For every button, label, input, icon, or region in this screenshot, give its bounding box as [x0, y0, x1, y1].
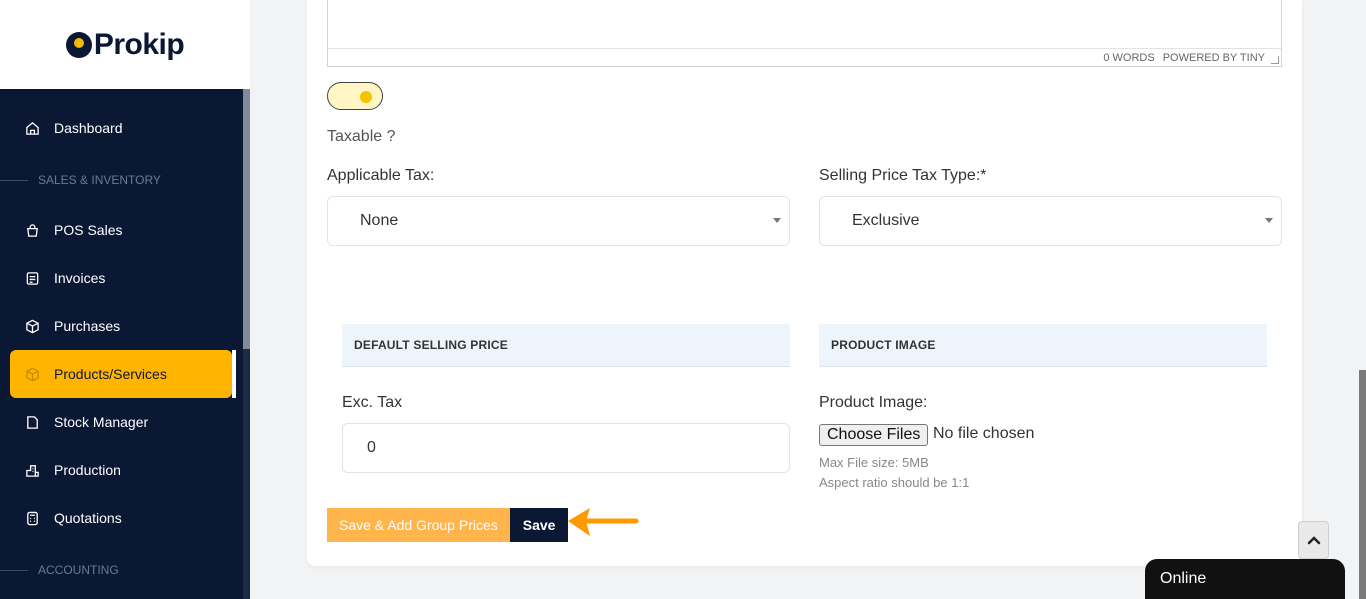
- sidebar-item-dashboard[interactable]: Dashboard: [10, 104, 232, 152]
- section-accounting: ACCOUNTING: [0, 560, 243, 580]
- exc-tax-label: Exc. Tax: [342, 394, 403, 411]
- save-and-add-group-prices-button[interactable]: Save & Add Group Prices: [327, 508, 510, 542]
- default-selling-price-heading: DEFAULT SELLING PRICE: [342, 324, 790, 367]
- sidebar-item-label: Quotations: [54, 510, 122, 526]
- package-icon: [24, 318, 40, 334]
- calculator-icon: [24, 510, 40, 526]
- sidebar-item-products-services[interactable]: Products/Services: [10, 350, 236, 398]
- sidebar-item-quotations[interactable]: Quotations: [10, 494, 232, 542]
- save-button[interactable]: Save: [509, 508, 569, 542]
- shopping-bag-icon: [24, 222, 40, 238]
- selling-price-tax-type-value: Exclusive: [852, 212, 920, 229]
- page-scrollbar-thumb[interactable]: [1359, 370, 1366, 599]
- word-count: 0 WORDS: [1103, 51, 1155, 64]
- chevron-down-icon: [1265, 218, 1273, 223]
- factory-icon: [24, 462, 40, 478]
- sidebar-item-label: Dashboard: [54, 120, 123, 136]
- prokip-logo[interactable]: Prokip: [65, 27, 185, 62]
- aspect-ratio-hint: Aspect ratio should be 1:1: [819, 475, 970, 490]
- editor-status-bar: 0 WORDS POWERED BY TINY: [328, 48, 1281, 66]
- applicable-tax-value: None: [360, 212, 399, 229]
- product-image-heading: PRODUCT IMAGE: [819, 324, 1267, 367]
- selling-price-tax-type-label: Selling Price Tax Type:*: [819, 167, 987, 184]
- exc-tax-value: 0: [367, 439, 376, 456]
- resize-handle-icon[interactable]: [1271, 56, 1279, 64]
- sidebar-item-label: POS Sales: [54, 222, 123, 238]
- description-editor[interactable]: 0 WORDS POWERED BY TINY: [327, 0, 1282, 67]
- cube-icon: [24, 366, 40, 382]
- choose-files-button[interactable]: Choose Files: [819, 424, 929, 446]
- taxable-label: Taxable ?: [327, 128, 396, 145]
- stock-icon: [24, 414, 40, 430]
- product-image-label: Product Image:: [819, 394, 928, 411]
- brand-name: Prokip: [93, 27, 185, 61]
- file-status-text: No file chosen: [933, 425, 1035, 442]
- selling-price-tax-type-select[interactable]: Exclusive: [819, 196, 1282, 246]
- exc-tax-input[interactable]: 0: [342, 423, 790, 473]
- toggle-knob: [360, 91, 372, 103]
- applicable-tax-select[interactable]: None: [327, 196, 790, 246]
- invoice-icon: [24, 270, 40, 286]
- max-file-size-hint: Max File size: 5MB: [819, 455, 929, 470]
- sidebar-item-invoices[interactable]: Invoices: [10, 254, 232, 302]
- applicable-tax-label: Applicable Tax:: [327, 167, 435, 184]
- sidebar-item-pos-sales[interactable]: POS Sales: [10, 206, 232, 254]
- sidebar-item-label: Production: [54, 462, 121, 478]
- powered-by-tiny-link[interactable]: POWERED BY TINY: [1163, 52, 1265, 64]
- section-sales-inventory: SALES & INVENTORY: [0, 170, 243, 190]
- form-actions: Save & Add Group Prices Save: [327, 508, 569, 542]
- scroll-to-top-button[interactable]: [1298, 521, 1329, 559]
- sidebar-item-purchases[interactable]: Purchases: [10, 302, 232, 350]
- arrow-left-icon: [568, 508, 639, 536]
- chat-online-widget[interactable]: Online: [1145, 559, 1345, 599]
- logo-area: Prokip: [0, 0, 250, 89]
- home-icon: [24, 120, 40, 136]
- sidebar-item-stock-manager[interactable]: Stock Manager: [10, 398, 232, 446]
- chevron-down-icon: [773, 218, 781, 223]
- chevron-up-icon: [1307, 536, 1320, 545]
- product-form-card: [307, 0, 1302, 566]
- chat-status: Online: [1160, 570, 1207, 587]
- sidebar-item-label: Stock Manager: [54, 414, 149, 430]
- taxable-toggle[interactable]: [327, 82, 383, 110]
- sidebar-item-label: Purchases: [54, 318, 121, 334]
- sidebar-item-label: Products/Services: [54, 366, 167, 382]
- sidebar-item-production[interactable]: Production: [10, 446, 232, 494]
- sidebar-scrollbar-thumb[interactable]: [243, 89, 250, 349]
- prokip-logo-icon: [65, 31, 92, 58]
- sidebar-item-label: Invoices: [54, 270, 106, 286]
